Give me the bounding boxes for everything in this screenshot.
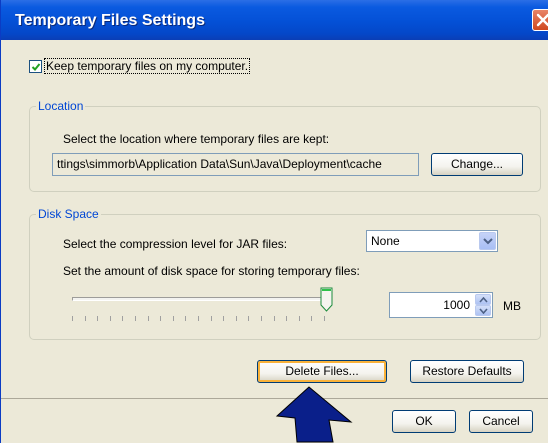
cache-path-value: ttings\simmorb\Application Data\Sun\Java…: [57, 157, 382, 171]
compression-dropdown-button[interactable]: [479, 232, 496, 250]
slider-tick: [235, 316, 237, 321]
slider-tick: [273, 316, 275, 321]
disk-space-value: 1000: [443, 298, 470, 312]
cache-path-field[interactable]: ttings\simmorb\Application Data\Sun\Java…: [52, 153, 419, 176]
window-title: Temporary Files Settings: [15, 12, 205, 29]
disk-space-legend: Disk Space: [36, 207, 101, 221]
slider-tick: [185, 316, 187, 321]
compression-select[interactable]: None: [366, 230, 498, 252]
keep-files-label[interactable]: Keep temporary files on my computer.: [43, 58, 251, 74]
slider-tick: [160, 316, 162, 321]
keep-files-checkbox[interactable]: [29, 60, 42, 73]
slider-tick: [223, 316, 225, 321]
slider-tick: [147, 316, 149, 321]
disk-space-spinner[interactable]: 1000: [389, 292, 493, 318]
unit-label: MB: [503, 299, 521, 313]
close-button[interactable]: [532, 9, 548, 31]
slider-tick: [97, 316, 99, 321]
slider-tick: [109, 316, 111, 321]
slider-tick: [122, 316, 124, 321]
cancel-button[interactable]: Cancel: [469, 410, 533, 433]
delete-files-button[interactable]: Delete Files...: [257, 360, 387, 383]
spin-down-icon: [479, 308, 488, 314]
close-icon: [536, 13, 548, 27]
ok-button[interactable]: OK: [392, 410, 456, 433]
restore-defaults-button[interactable]: Restore Defaults: [410, 360, 524, 383]
checkmark-icon: [31, 63, 41, 71]
slider-tick: [298, 316, 300, 321]
settings-dialog: Temporary Files Settings Keep temporary …: [0, 0, 548, 443]
location-description: Select the location where temporary file…: [63, 132, 330, 146]
compression-value: None: [371, 234, 400, 248]
dropdown-arrow-icon: [483, 238, 493, 245]
amount-label: Set the amount of disk space for storing…: [63, 264, 360, 278]
slider-tick: [84, 316, 86, 321]
slider-tick: [248, 316, 250, 321]
change-button[interactable]: Change...: [431, 153, 523, 176]
disk-space-slider-track[interactable]: [72, 297, 332, 301]
pointer-arrow-icon: [275, 386, 353, 443]
slider-tick: [198, 316, 199, 321]
spin-up-icon: [479, 297, 488, 303]
slider-tick: [324, 316, 325, 321]
slider-tick: [172, 316, 174, 321]
slider-tick: [135, 316, 136, 321]
title-bar[interactable]: Temporary Files Settings: [1, 0, 548, 40]
spin-up-button[interactable]: [475, 294, 491, 305]
slider-tick: [311, 316, 313, 321]
location-legend: Location: [36, 99, 86, 113]
slider-tick: [286, 316, 288, 321]
slider-tick: [72, 316, 73, 321]
slider-tick: [261, 316, 262, 321]
slider-thumb-icon[interactable]: [320, 287, 333, 312]
location-group: Location: [29, 99, 541, 192]
slider-ticks: [72, 316, 332, 322]
compression-label: Select the compression level for JAR fil…: [63, 237, 288, 251]
slider-tick: [210, 316, 212, 321]
spin-down-button[interactable]: [475, 305, 491, 316]
